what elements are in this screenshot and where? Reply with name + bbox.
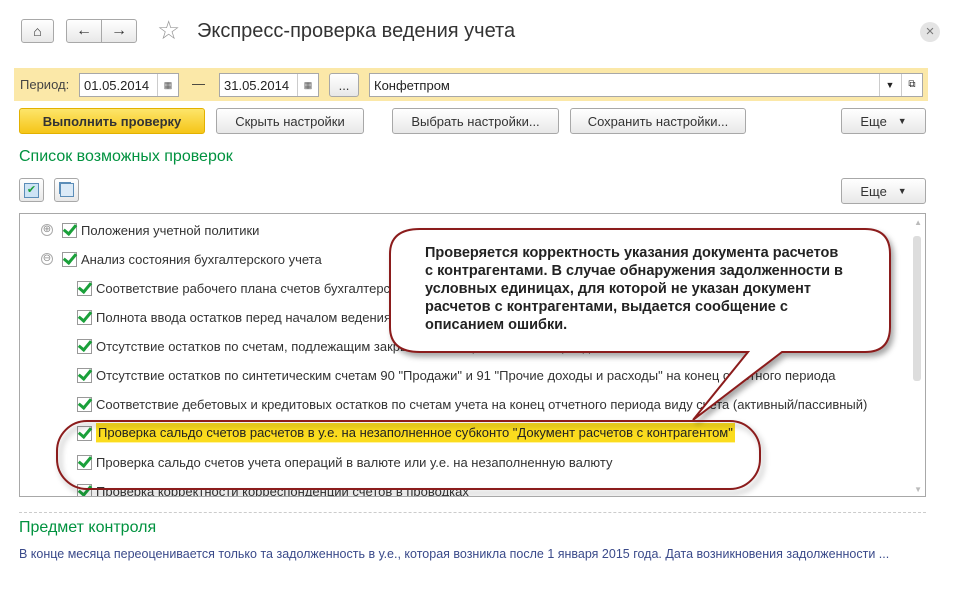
control-text: В конце месяца переоценивается только та…: [19, 547, 890, 561]
highlight-ring: [56, 420, 761, 490]
divider: [19, 512, 926, 513]
callout-text: Проверяется корректность указания докуме…: [425, 245, 843, 333]
control-title: Предмет контроля: [19, 519, 157, 536]
